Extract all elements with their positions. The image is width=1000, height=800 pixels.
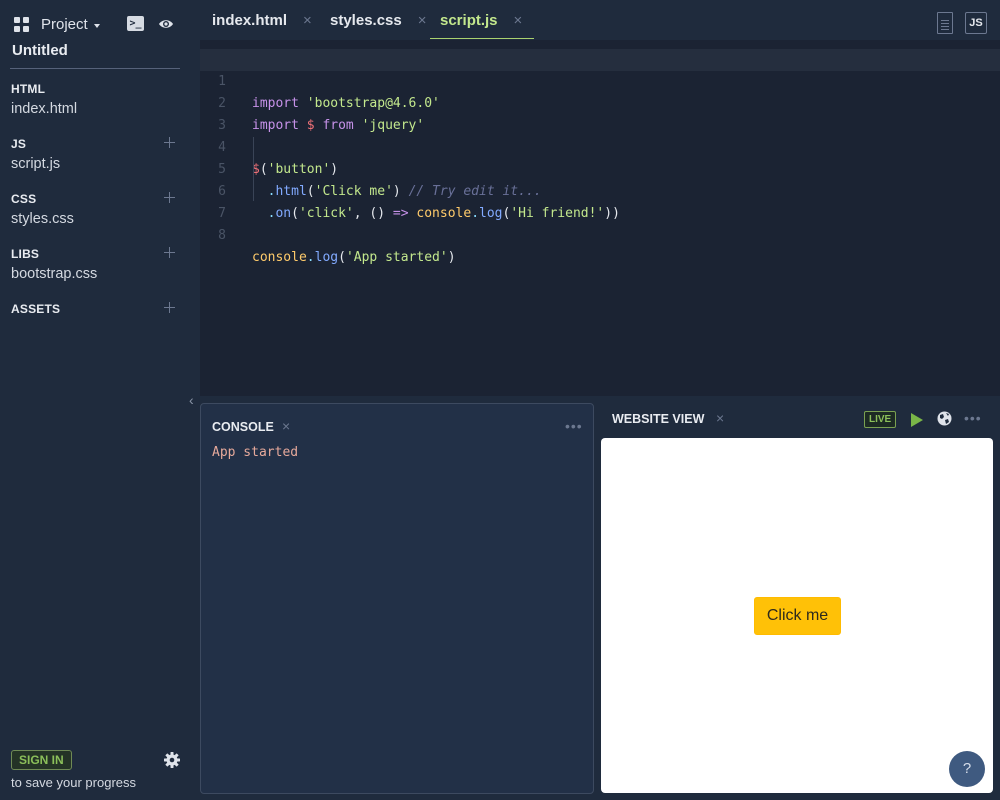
add-css-icon[interactable] [164, 192, 175, 203]
tab-index-html[interactable]: index.html × [212, 0, 312, 40]
file-item-bootstrap-css[interactable]: bootstrap.css [11, 266, 181, 282]
tab-styles-css[interactable]: styles.css × [330, 0, 427, 40]
collapse-sidebar-icon[interactable]: ‹ [189, 392, 194, 408]
code-line[interactable]: 2 import $ from 'jquery' [200, 71, 1000, 133]
sidebar: Project >_ Untitled HTML index.html JS s… [0, 0, 200, 800]
tab-label: styles.css [330, 11, 402, 29]
close-icon[interactable]: × [514, 12, 523, 29]
divider [10, 68, 180, 69]
close-icon[interactable]: × [282, 418, 290, 434]
indent-guide [253, 137, 254, 201]
document-icon[interactable] [937, 12, 953, 34]
close-icon[interactable]: × [716, 410, 724, 426]
website-view-header: WEBSITE VIEW × LIVE ••• [600, 396, 1000, 438]
section-heading: ASSETS [11, 302, 61, 316]
line-number: 8 [218, 228, 226, 243]
section-html: HTML index.html [11, 81, 181, 117]
grid-icon [14, 16, 29, 32]
app-window: Project >_ Untitled HTML index.html JS s… [0, 0, 1000, 800]
gear-icon[interactable] [163, 751, 181, 769]
tab-label: script.js [440, 11, 498, 29]
add-lib-icon[interactable] [164, 247, 175, 258]
console-log-line: App started [212, 445, 299, 460]
bottom-panels: CONSOLE × ••• App started WEBSITE VIEW ×… [200, 396, 1000, 800]
play-icon[interactable] [911, 413, 923, 427]
project-label: Project [41, 15, 88, 33]
add-asset-icon[interactable] [164, 302, 175, 313]
chevron-down-icon [93, 23, 100, 28]
file-item-script-js[interactable]: script.js [11, 156, 181, 172]
code-line[interactable]: 5 .html('Click me') // Try edit it... [200, 137, 1000, 199]
more-icon[interactable]: ••• [565, 418, 583, 434]
website-preview: Click me [601, 438, 993, 793]
section-js: JS script.js [11, 136, 181, 172]
code-line[interactable]: 3 [200, 93, 1000, 133]
tab-label: index.html [212, 11, 288, 29]
terminal-icon[interactable]: >_ [127, 16, 144, 31]
more-icon[interactable]: ••• [964, 410, 982, 426]
project-menu[interactable]: Project >_ [12, 12, 192, 36]
console-panel: CONSOLE × ••• App started [200, 403, 594, 794]
sign-in-hint: to save your progress [11, 775, 137, 790]
close-icon[interactable]: × [303, 12, 312, 29]
code-editor[interactable]: 1 import 'bootstrap@4.6.0' 2 import $ fr… [200, 40, 1000, 396]
add-js-icon[interactable] [164, 137, 175, 148]
code-line[interactable]: 4 $('button') [200, 115, 1000, 177]
section-heading: CSS [11, 192, 37, 206]
eye-icon[interactable] [158, 16, 174, 32]
code-line[interactable]: 8 console.log('App started') [200, 203, 1000, 265]
project-name[interactable]: Untitled [12, 42, 68, 59]
website-view-title: WEBSITE VIEW [612, 412, 705, 426]
globe-icon[interactable] [937, 411, 952, 426]
live-badge[interactable]: LIVE [864, 411, 897, 428]
section-heading: LIBS [11, 247, 40, 261]
tab-script-js[interactable]: script.js × [429, 0, 535, 40]
code-line[interactable]: 6 .on('click', () => console.log('Hi fri… [200, 159, 1000, 221]
file-item-index-html[interactable]: index.html [11, 101, 181, 117]
section-heading: JS [11, 137, 27, 151]
help-button[interactable]: ? [949, 751, 985, 787]
tab-bar: index.html × styles.css × script.js × [200, 0, 1000, 40]
code-text: console.log('App started') [252, 250, 456, 265]
file-item-styles-css[interactable]: styles.css [11, 211, 181, 227]
click-me-button[interactable]: Click me [754, 597, 841, 635]
close-icon[interactable]: × [418, 12, 427, 29]
code-line[interactable]: 7 [200, 181, 1000, 221]
section-css: CSS styles.css [11, 191, 181, 227]
console-title: CONSOLE [212, 420, 274, 434]
code-line[interactable]: 1 import 'bootstrap@4.6.0' [200, 49, 1000, 111]
file-type-badge: JS [965, 12, 987, 34]
section-libs: LIBS bootstrap.css [11, 246, 181, 282]
section-heading: HTML [11, 82, 46, 96]
sign-in-button[interactable]: SIGN IN [11, 750, 72, 770]
section-assets: ASSETS [11, 301, 181, 317]
